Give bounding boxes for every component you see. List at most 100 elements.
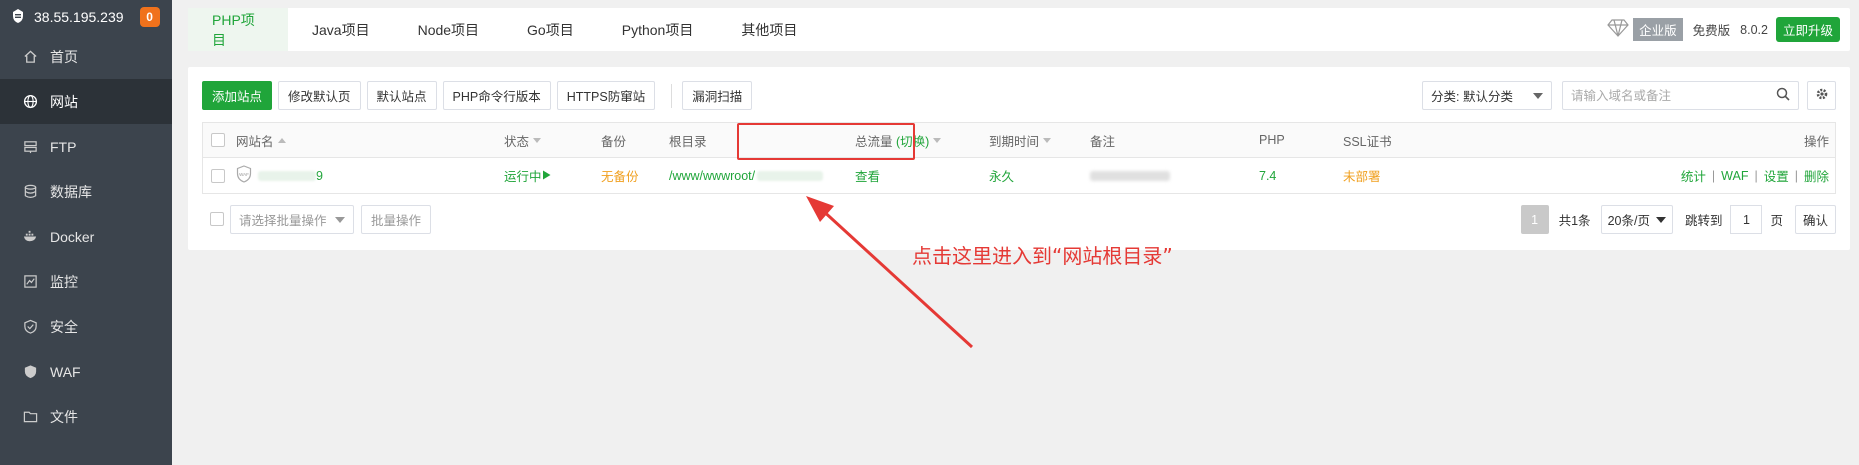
tab-php[interactable]: PHP项目 xyxy=(188,8,288,51)
expire-link[interactable]: 永久 xyxy=(989,166,1014,185)
col-expire[interactable]: 到期时间 xyxy=(989,131,1052,150)
traffic-view-link[interactable]: 查看 xyxy=(855,166,880,185)
search-input[interactable] xyxy=(1571,88,1761,103)
settings-button[interactable] xyxy=(1807,81,1836,110)
table-header: 网站名 状态 备份 根目录 总流量 (切换) 到期时间 备注 PHP SSL证书… xyxy=(203,123,1835,158)
col-site-name-label: 网站名 xyxy=(236,134,274,149)
database-icon xyxy=(22,184,38,200)
sidebar-item-docker[interactable]: Docker xyxy=(0,214,172,259)
php-version-link[interactable]: 7.4 xyxy=(1259,169,1276,183)
sort-icon xyxy=(533,137,542,143)
sort-icon xyxy=(277,137,286,143)
col-ssl: SSL证书 xyxy=(1343,134,1392,149)
edition-info: 企业版 免费版 8.0.2 立即升级 xyxy=(1607,8,1840,51)
col-root-dir: 根目录 xyxy=(669,134,707,149)
site-name-link[interactable]: WAF 9 xyxy=(236,165,323,186)
waf-shield-icon: WAF xyxy=(236,165,252,186)
settings-link[interactable]: 设置 xyxy=(1764,166,1789,185)
https-anti-hijack-button[interactable]: HTTPS防窜站 xyxy=(556,81,656,110)
col-ops: 操作 xyxy=(1803,134,1829,149)
chevron-down-icon xyxy=(335,216,345,223)
footer-select-all-checkbox[interactable] xyxy=(210,212,224,226)
page-size-select[interactable]: 20条/页 xyxy=(1600,205,1673,234)
batch-operation-button[interactable]: 批量操作 xyxy=(361,205,432,234)
site-toolbar: 添加站点 修改默认页 默认站点 PHP命令行版本 HTTPS防窜站 漏洞扫描 xyxy=(202,81,758,110)
category-select[interactable]: 分类: 默认分类 xyxy=(1422,81,1552,110)
sidebar-item-monitor[interactable]: 监控 xyxy=(0,259,172,304)
jump-confirm-button[interactable]: 确认 xyxy=(1794,205,1836,234)
current-page[interactable]: 1 xyxy=(1520,205,1549,234)
tab-java[interactable]: Java项目 xyxy=(288,8,394,51)
row-checkbox[interactable] xyxy=(211,168,225,183)
search-box[interactable] xyxy=(1562,81,1799,110)
tab-python[interactable]: Python项目 xyxy=(598,8,718,51)
sidebar-item-label: 网站 xyxy=(50,93,78,110)
sidebar-item-security[interactable]: 安全 xyxy=(0,304,172,349)
vuln-scan-button[interactable]: 漏洞扫描 xyxy=(682,81,753,110)
sidebar-item-home[interactable]: 首页 xyxy=(0,34,172,79)
sidebar-item-label: FTP xyxy=(50,138,77,155)
edit-default-page-button[interactable]: 修改默认页 xyxy=(278,81,361,110)
enterprise-edition-label[interactable]: 企业版 xyxy=(1633,18,1683,41)
status-running-toggle[interactable]: 运行中 xyxy=(504,166,551,185)
remark-field[interactable] xyxy=(1090,170,1170,181)
version-label: 8.0.2 xyxy=(1740,22,1768,37)
sidebar-item-waf[interactable]: WAF xyxy=(0,349,172,394)
tab-other[interactable]: 其他项目 xyxy=(717,8,821,51)
search-icon[interactable] xyxy=(1776,87,1790,104)
waf-icon xyxy=(22,364,38,380)
root-dir-highlight-box xyxy=(737,123,915,160)
chevron-down-icon xyxy=(1655,216,1666,223)
col-backup: 备份 xyxy=(601,134,627,149)
sort-icon xyxy=(933,137,942,143)
sidebar: 38.55.195.239 0 首页 网站 FTP 数据库 Docker 监控 … xyxy=(0,0,172,465)
folder-icon xyxy=(22,409,38,425)
sidebar-item-label: 安全 xyxy=(50,318,78,335)
sidebar-item-website[interactable]: 网站 xyxy=(0,79,172,124)
col-status[interactable]: 状态 xyxy=(504,131,542,150)
pagination: 1 共1条 20条/页 跳转到 1 页 确认 xyxy=(1520,205,1836,234)
sidebar-item-database[interactable]: 数据库 xyxy=(0,169,172,214)
upgrade-button[interactable]: 立即升级 xyxy=(1775,17,1840,42)
annotation-text: 点击这里进入到“网站根目录” xyxy=(912,244,1173,268)
backup-link[interactable]: 无备份 xyxy=(601,166,639,185)
batch-operation-select[interactable]: 请选择批量操作 xyxy=(230,205,354,234)
tab-go[interactable]: Go项目 xyxy=(503,8,598,51)
waf-link[interactable]: WAF xyxy=(1721,169,1748,183)
globe-icon xyxy=(22,94,38,110)
play-icon xyxy=(542,169,551,183)
page-size-value: 20条/页 xyxy=(1607,214,1650,228)
divider: | xyxy=(1711,168,1716,183)
select-all-checkbox[interactable] xyxy=(211,133,225,147)
col-remark: 备注 xyxy=(1090,134,1116,149)
toolbar-filters: 分类: 默认分类 xyxy=(1422,81,1836,110)
tab-node[interactable]: Node项目 xyxy=(394,8,503,51)
stats-link[interactable]: 统计 xyxy=(1681,166,1706,185)
diamond-icon xyxy=(1607,19,1629,40)
server-header: 38.55.195.239 0 xyxy=(0,0,172,34)
table-row: WAF 9 运行中 无备份 /www/wwwroot/ 查看 永久 7.4 未部… xyxy=(203,158,1835,193)
col-php: PHP xyxy=(1259,133,1285,147)
redacted-site-name xyxy=(258,170,316,181)
divider: | xyxy=(1794,168,1798,183)
sidebar-item-label: 文件 xyxy=(50,408,78,425)
status-label: 运行中 xyxy=(504,170,542,184)
docker-icon xyxy=(22,229,38,245)
col-expire-label: 到期时间 xyxy=(989,134,1040,149)
col-site-name[interactable]: 网站名 xyxy=(236,131,286,150)
php-cli-version-button[interactable]: PHP命令行版本 xyxy=(442,81,551,110)
jump-page-input[interactable]: 1 xyxy=(1730,205,1763,234)
delete-link[interactable]: 删除 xyxy=(1804,166,1829,185)
notification-badge[interactable]: 0 xyxy=(139,7,160,27)
site-name-suffix: 9 xyxy=(316,168,323,183)
ssl-status-link[interactable]: 未部署 xyxy=(1343,166,1381,185)
default-site-button[interactable]: 默认站点 xyxy=(366,81,437,110)
add-site-button[interactable]: 添加站点 xyxy=(202,81,273,110)
sidebar-item-files[interactable]: 文件 xyxy=(0,394,172,439)
root-dir-link[interactable]: /www/wwwroot/ xyxy=(669,169,824,183)
sidebar-item-ftp[interactable]: FTP xyxy=(0,124,172,169)
home-icon xyxy=(22,49,38,65)
sort-icon xyxy=(1043,137,1052,143)
sidebar-item-label: Docker xyxy=(50,228,95,245)
shield-icon xyxy=(22,319,38,335)
